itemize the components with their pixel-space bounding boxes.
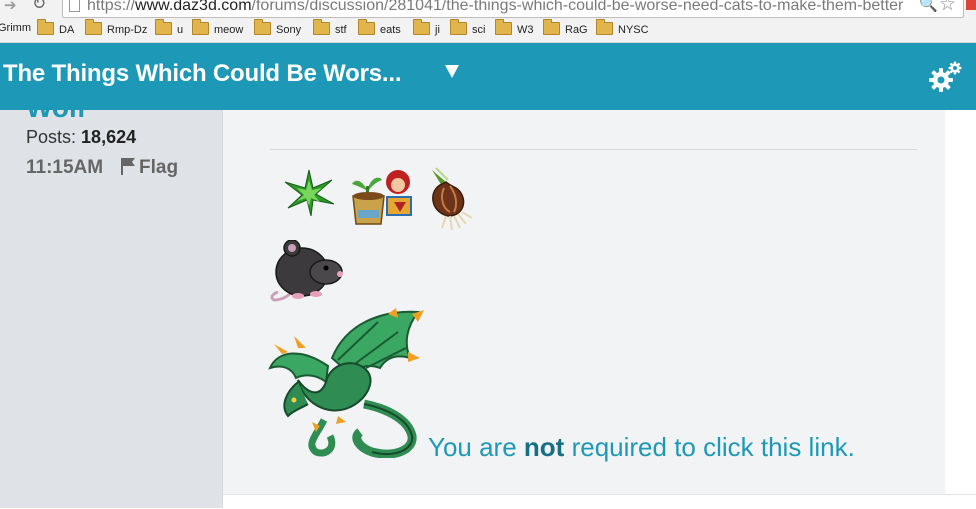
bookmark-label: sci xyxy=(472,24,486,36)
dropdown-caret-icon[interactable] xyxy=(445,65,459,78)
zoom-icon[interactable]: 🔍 xyxy=(919,0,938,13)
bookmark-w3[interactable]: W3 xyxy=(495,19,534,38)
post-link[interactable]: You are not required to click this link. xyxy=(428,432,855,462)
bookmark-label: RaG xyxy=(565,24,588,36)
page-title[interactable]: The Things Which Could Be Wors... xyxy=(3,60,401,88)
bookmark-label: Sony xyxy=(276,24,302,36)
bookmark-sony[interactable]: Sony xyxy=(254,19,302,38)
bookmark-label: eats xyxy=(380,24,401,36)
bookmark-label: u xyxy=(177,24,184,36)
bookmark-grimm[interactable]: Grimm xyxy=(0,22,31,38)
green-dragon-icon xyxy=(268,308,424,458)
bookmarks-bar: Grimm DA Rmp-Dz u meow Sony stf eats ji sci W3 RaG N… xyxy=(0,18,976,43)
gray-rat-icon xyxy=(270,240,343,302)
bookmark-ji[interactable]: ji xyxy=(413,19,440,38)
bookmark-label: DA xyxy=(59,24,75,36)
post-time[interactable]: 11:15AM xyxy=(26,157,103,179)
folder-icon xyxy=(495,19,512,35)
flag-icon xyxy=(121,158,135,175)
url-text: https://www.daz3d.com/forums/discussion/… xyxy=(87,0,904,14)
folder-icon xyxy=(358,19,375,35)
bookmark-sci[interactable]: sci xyxy=(450,19,486,38)
bookmark-meow[interactable]: meow xyxy=(192,19,244,38)
bookmark-rmp-dz[interactable]: Rmp-Dz xyxy=(85,19,148,38)
bookmark-rag[interactable]: RaG xyxy=(543,19,588,38)
flag-label: Flag xyxy=(139,157,179,178)
onion-bulb-icon xyxy=(432,167,473,231)
folder-icon xyxy=(254,19,271,35)
flag-button[interactable]: Flag xyxy=(120,157,178,179)
folder-icon xyxy=(85,19,102,35)
folder-icon xyxy=(450,19,467,35)
potted-seedling-doll-icon xyxy=(352,170,412,225)
folder-icon xyxy=(155,19,172,35)
bookmark-label: meow xyxy=(214,24,244,36)
post-count: Posts: 18,624 xyxy=(26,127,137,147)
bookmark-label: Rmp-Dz xyxy=(107,24,148,36)
green-spiky-plant-icon xyxy=(284,169,335,217)
bookmark-label: Grimm xyxy=(0,22,31,34)
divider xyxy=(270,149,917,150)
forward-icon[interactable]: ➔ xyxy=(4,0,17,14)
url-field[interactable]: https://www.daz3d.com/forums/discussion/… xyxy=(62,0,964,18)
bookmark-nysc[interactable]: NYSC xyxy=(596,19,649,38)
bookmark-label: NYSC xyxy=(618,24,649,36)
next-post-edge xyxy=(223,494,976,509)
folder-icon xyxy=(596,19,613,35)
bookmark-label: stf xyxy=(335,24,347,36)
browser-menu-icon[interactable] xyxy=(966,0,976,10)
post-count-value: 18,624 xyxy=(81,127,137,147)
author-name[interactable]: Wolf xyxy=(26,92,86,124)
bookmark-eats[interactable]: eats xyxy=(358,19,401,38)
folder-icon xyxy=(543,19,560,35)
bookmark-da[interactable]: DA xyxy=(37,19,75,38)
folder-icon xyxy=(313,19,330,35)
bookmark-stf[interactable]: stf xyxy=(313,19,347,38)
gears-icon[interactable] xyxy=(928,61,964,93)
folder-icon xyxy=(37,19,54,35)
folder-icon xyxy=(413,19,430,35)
bookmark-u[interactable]: u xyxy=(155,19,184,38)
post-link-text[interactable]: You are not required to click this link. xyxy=(428,432,855,463)
site-header: The Things Which Could Be Wors... xyxy=(0,43,976,110)
bookmark-label: ji xyxy=(435,24,440,36)
folder-icon xyxy=(192,19,209,35)
address-bar: ➔ ↻ https://www.daz3d.com/forums/discuss… xyxy=(0,0,976,18)
page-icon xyxy=(69,0,80,12)
right-gutter xyxy=(945,110,976,494)
reload-icon[interactable]: ↻ xyxy=(32,0,46,14)
bookmark-label: W3 xyxy=(517,24,534,36)
bookmark-star-icon[interactable]: ☆ xyxy=(939,0,956,16)
